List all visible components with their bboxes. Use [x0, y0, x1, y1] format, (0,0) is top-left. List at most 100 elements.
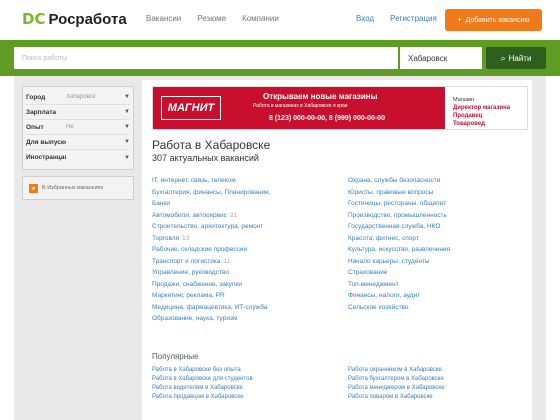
popular-link[interactable]: Работа продавцом в Хабаровске [152, 393, 322, 402]
banner-phone: 8 (123) 000-00-00, 8 (999) 000-00-00 [269, 115, 385, 122]
filter-salary[interactable]: Зарплата ▼ [26, 105, 130, 120]
category-link[interactable]: Сельское хозяйство [348, 304, 508, 313]
popular-link[interactable]: Работа в Хабаровске без опыта [152, 366, 322, 375]
search-icon: ⌕ [500, 52, 506, 63]
popular-link[interactable]: Работа в Хабаровске для студентов [152, 375, 322, 384]
filter-label: Для выпускников [26, 138, 66, 146]
category-link[interactable]: Культура, искусство, развлечения [348, 246, 508, 255]
ad-banner[interactable]: МАГНИТ Открываем новые магазины Работа в… [152, 86, 528, 130]
banner-red-area: МАГНИТ Открываем новые магазины Работа в… [153, 87, 445, 129]
category-label: Строительство, архитектура, ремонт [152, 223, 264, 230]
category-link[interactable]: Рабочие, складские профессии [152, 246, 312, 255]
category-count: 21 [229, 211, 238, 219]
category-label: Юристы, правовые вопросы [348, 188, 434, 196]
category-link[interactable]: Образование, наука, туризм [152, 315, 312, 324]
banner-side-item: Магазин [453, 97, 475, 103]
category-label: Маркетинг, реклама, PR [152, 292, 225, 299]
banner-side-list: Магазин Директор магазина Продавец Товар… [453, 97, 523, 129]
category-link[interactable]: Маркетинг, реклама, PR [152, 292, 312, 301]
filter-experience[interactable]: Опыт Не ▼ [26, 120, 130, 135]
category-link[interactable]: Страхование [348, 269, 508, 278]
category-label: Управление, руководство [152, 269, 229, 276]
category-label: Сельское хозяйство [348, 303, 409, 311]
find-button[interactable]: ⌕ Найти [486, 47, 546, 69]
top-header: DC Росработа Вакансии Резюме Компании Вх… [0, 0, 560, 40]
chevron-down-icon: ▼ [124, 124, 130, 130]
chevron-down-icon: ▼ [124, 109, 130, 115]
post-vacancy-button[interactable]: + Добавить вакансию [445, 9, 542, 31]
filter-label: Зарплата [26, 108, 57, 116]
category-link[interactable]: Красота, фитнес, спорт [348, 235, 508, 244]
category-link[interactable]: Бухгалтерия, финансы, Планирование, [152, 189, 312, 198]
site-logo[interactable]: DC Росработа [22, 10, 127, 28]
category-label: Топ-менеджмент [348, 280, 399, 288]
category-label: Банки [152, 200, 170, 207]
main-nav: Вакансии Резюме Компании [146, 14, 295, 23]
login-link[interactable]: Вход [356, 14, 374, 23]
category-label: Рабочие, складские профессии [152, 246, 248, 253]
banner-side-item: Директор магазина [453, 105, 511, 111]
category-label: Культура, искусство, развлечения [348, 246, 451, 253]
category-label: Гостиницы, рестораны, общепит [348, 200, 447, 207]
category-link[interactable]: Банки [152, 200, 312, 209]
chevron-down-icon: ▼ [124, 94, 130, 100]
banner-subtitle: Работа в магазинах в Хабаровске и крае [253, 103, 348, 109]
category-link[interactable]: Управление, руководство [152, 269, 312, 278]
category-link[interactable]: Транспорт и логистика 11 [152, 258, 312, 267]
category-link[interactable]: Государственная служба, НКО [348, 223, 508, 232]
find-button-label: Найти [508, 53, 532, 63]
category-link[interactable]: Строительство, архитектура, ремонт [152, 223, 312, 232]
city-field[interactable]: Хабаровск [400, 47, 482, 69]
auth-links: Вход Регистрация [356, 14, 453, 23]
category-link[interactable]: Охрана, службы безопасности [348, 177, 508, 186]
star-icon: ★ [29, 183, 38, 193]
register-link[interactable]: Регистрация [390, 14, 437, 23]
filter-foreigners[interactable]: Иностранцам ▼ [26, 150, 130, 165]
popular-link[interactable]: Работа менеджером в Хабаровске [348, 384, 518, 393]
popular-link[interactable]: Работа поваром в Хабаровске [348, 393, 518, 402]
filter-label: Город [26, 93, 46, 101]
category-link[interactable]: Медицина, фармацевтика, ИТ-служба [152, 304, 312, 313]
popular-link[interactable]: Работа водителем в Хабаровске [152, 384, 322, 393]
sidebar: Город Хабаровск ▼ Зарплата ▼ Опыт Не ▼ Д… [22, 86, 134, 200]
filter-graduates[interactable]: Для выпускников ▼ [26, 135, 130, 150]
filter-value: Не [66, 124, 74, 130]
popular-link[interactable]: Работа бухгалтером в Хабаровске [348, 375, 518, 384]
category-link[interactable]: IT, интернет, связь, телеком [152, 177, 312, 186]
category-label: IT, интернет, связь, телеком [152, 177, 236, 184]
category-link[interactable]: Начало карьеры, студенты [348, 258, 508, 267]
category-link[interactable]: Производство, промышленность [348, 212, 508, 221]
category-label: Производство, промышленность [348, 211, 447, 219]
category-link[interactable]: Финансы, налоги, аудит [348, 292, 508, 301]
popular-link[interactable]: Работа охранником в Хабаровске [348, 366, 518, 375]
filter-label: Иностранцам [26, 154, 66, 161]
category-label: Автомобили, автосервис [152, 211, 227, 219]
category-link[interactable]: Юристы, правовые вопросы [348, 189, 508, 198]
search-input[interactable]: Поиск работы [14, 47, 398, 69]
category-label: Красота, фитнес, спорт [348, 234, 419, 242]
chevron-down-icon: ▼ [124, 139, 130, 145]
chevron-down-icon: ▼ [124, 154, 130, 161]
nav-companies[interactable]: Компании [242, 14, 279, 23]
nav-vacancies[interactable]: Вакансии [146, 14, 181, 23]
category-link[interactable]: Торговля 13 [152, 235, 312, 244]
popular-heading: Популярные [152, 352, 199, 361]
vacancy-count: 307 актуальных вакансий [152, 153, 259, 163]
nav-resumes[interactable]: Резюме [197, 14, 226, 23]
category-label: Образование, наука, туризм [152, 315, 238, 322]
filter-label: Опыт [26, 123, 44, 131]
category-count: 11 [223, 257, 231, 265]
category-link[interactable]: Топ-менеджмент [348, 281, 508, 290]
favorites-label: В Избранных вакансиях [42, 185, 104, 191]
popular-column-left: Работа в Хабаровске без опыта Работа в Х… [152, 366, 322, 402]
banner-side-item: Продавец [453, 113, 483, 119]
banner-side-item: Товаровед [453, 121, 485, 127]
filter-panel: Город Хабаровск ▼ Зарплата ▼ Опыт Не ▼ Д… [22, 86, 134, 170]
category-label: Медицина, фармацевтика, ИТ-служба [152, 303, 268, 311]
filter-city[interactable]: Город Хабаровск ▼ [26, 90, 130, 105]
category-link[interactable]: Продажи, снабжение, закупки [152, 281, 312, 290]
category-link[interactable]: Гостиницы, рестораны, общепит [348, 200, 508, 209]
banner-title: Открываем новые магазины [263, 92, 378, 101]
favorites-link[interactable]: ★ В Избранных вакансиях [22, 176, 134, 200]
category-link[interactable]: Автомобили, автосервис 21 [152, 212, 312, 221]
